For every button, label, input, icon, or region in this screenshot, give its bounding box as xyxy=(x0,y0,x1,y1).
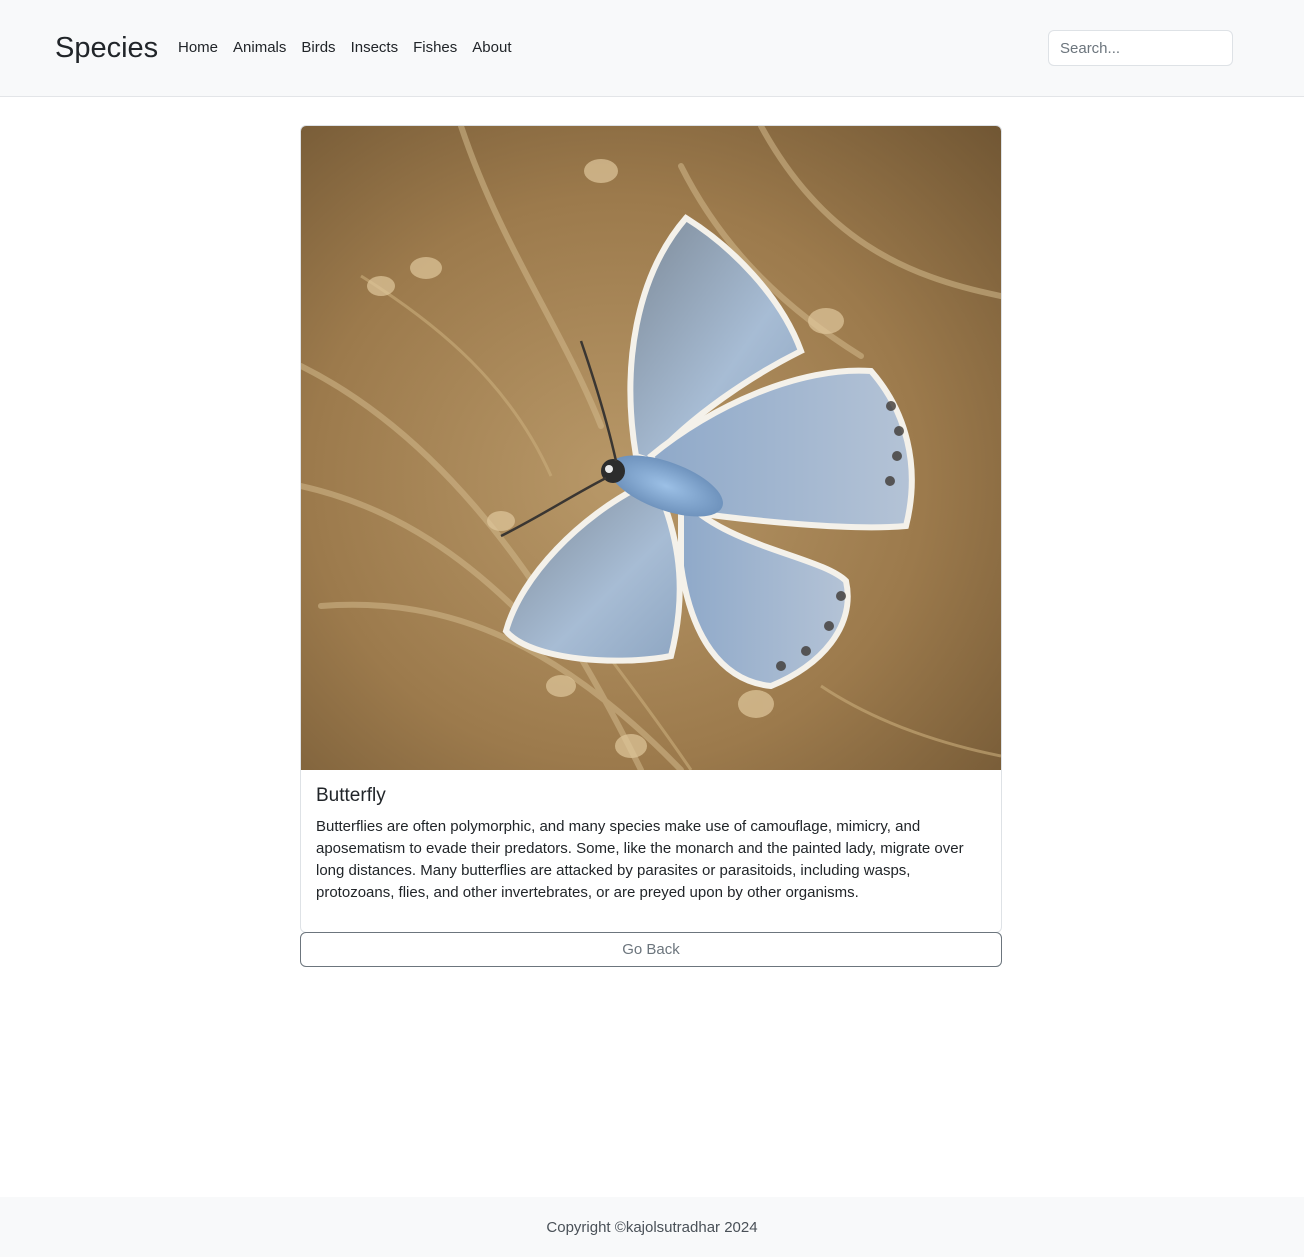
nav-link-fishes[interactable]: Fishes xyxy=(413,38,457,58)
nav-link-insects[interactable]: Insects xyxy=(351,38,399,58)
navbar: Species Home Animals Birds Insects Fishe… xyxy=(0,0,1304,97)
footer-copyright: Copyright ©kajolsutradhar 2024 xyxy=(546,1219,758,1236)
nav-link-animals[interactable]: Animals xyxy=(233,38,286,58)
nav-link-home[interactable]: Home xyxy=(178,38,218,58)
brand-link[interactable]: Species xyxy=(55,30,158,66)
card-description: Butterflies are often polymorphic, and m… xyxy=(316,818,964,901)
nav-links: Home Animals Birds Insects Fishes About xyxy=(178,38,526,58)
butterfly-image xyxy=(301,126,1001,770)
nav-link-birds[interactable]: Birds xyxy=(301,38,335,58)
go-back-button[interactable]: Go Back xyxy=(300,932,1002,967)
species-card: Butterfly Butterflies are often polymorp… xyxy=(300,125,1002,933)
footer: Copyright ©kajolsutradhar 2024 xyxy=(0,1197,1304,1257)
nav-link-about[interactable]: About xyxy=(472,38,511,58)
card-title: Butterfly xyxy=(316,785,386,806)
search-input[interactable] xyxy=(1048,30,1233,66)
